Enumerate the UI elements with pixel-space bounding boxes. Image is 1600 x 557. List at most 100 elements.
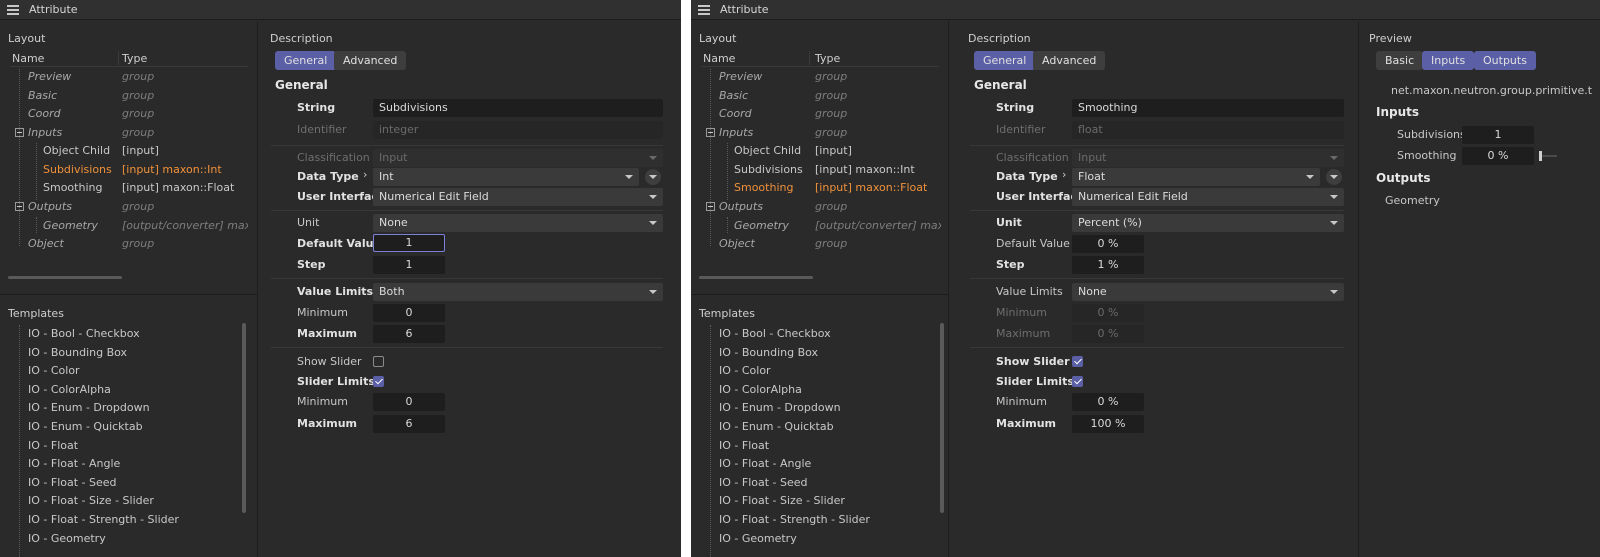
column-name-header[interactable]: Name: [703, 52, 735, 65]
tree-item-geometry[interactable]: Geometry[output/converter] maxon::G: [691, 217, 949, 235]
unit-dropdown[interactable]: Percent (%): [1072, 214, 1344, 232]
tree-item-object-child[interactable]: Object Child [input]: [0, 142, 258, 160]
tab-inputs[interactable]: Inputs: [1422, 51, 1475, 70]
tree-item-outputs[interactable]: Outputs group: [0, 198, 258, 216]
tree-item-inputs[interactable]: Inputs group: [0, 124, 258, 142]
template-item[interactable]: IO - Color: [719, 364, 771, 377]
minimum-field[interactable]: 0: [373, 304, 445, 322]
tree-item-object[interactable]: Object group: [691, 235, 949, 253]
tree-item-basic[interactable]: Basic group: [691, 87, 949, 105]
slider-minimum-field[interactable]: 0: [373, 393, 445, 411]
template-item[interactable]: IO - Float - Angle: [719, 457, 811, 470]
ui-dropdown[interactable]: Numerical Edit Field: [1072, 188, 1344, 206]
show-slider-checkbox[interactable]: [373, 356, 384, 367]
template-item[interactable]: IO - Color: [28, 364, 80, 377]
horizontal-scrollbar[interactable]: [8, 276, 122, 279]
tree-item-coord[interactable]: Coord group: [691, 105, 949, 123]
slider-maximum-field[interactable]: 100 %: [1072, 415, 1144, 433]
string-field[interactable]: Smoothing: [1072, 99, 1344, 117]
template-item[interactable]: IO - ColorAlpha: [28, 383, 111, 396]
tab-general[interactable]: General: [275, 51, 337, 70]
smoothing-slider-knob[interactable]: [1539, 151, 1542, 161]
tree-item-inputs[interactable]: Inputs group: [691, 124, 949, 142]
vertical-scrollbar[interactable]: [940, 323, 944, 513]
show-slider-checkbox[interactable]: [1072, 356, 1083, 367]
value-limits-dropdown[interactable]: None: [1072, 283, 1344, 301]
tree-item-basic[interactable]: Basic group: [0, 87, 258, 105]
template-item[interactable]: IO - Bool - Checkbox: [28, 327, 140, 340]
template-item[interactable]: IO - Enum - Dropdown: [719, 401, 841, 414]
datatype-dropdown[interactable]: Float: [1072, 168, 1320, 186]
template-item[interactable]: IO - Geometry: [28, 532, 106, 545]
value-limits-dropdown[interactable]: Both: [373, 283, 663, 301]
template-item[interactable]: IO - Float - Angle: [28, 457, 120, 470]
collapse-icon[interactable]: [706, 202, 715, 211]
default-value-field[interactable]: 0 %: [1072, 235, 1144, 253]
maximum-field[interactable]: 6: [373, 325, 445, 343]
vertical-scrollbar[interactable]: [242, 323, 246, 513]
slider-minimum-field[interactable]: 0 %: [1072, 393, 1144, 411]
description-pane: Description General Advanced General Str…: [958, 21, 1358, 557]
chevron-right-icon[interactable]: ›: [1062, 168, 1066, 181]
column-type-header[interactable]: Type: [122, 52, 147, 65]
template-item[interactable]: IO - Float: [28, 439, 78, 452]
template-item[interactable]: IO - Geometry: [719, 532, 797, 545]
template-item[interactable]: IO - Float - Strength - Slider: [28, 513, 179, 526]
ui-dropdown[interactable]: Numerical Edit Field: [373, 188, 663, 206]
template-item[interactable]: IO - Float - Size - Slider: [719, 494, 845, 507]
tree-item-smoothing[interactable]: Smoothing [input] maxon::Float: [691, 179, 949, 197]
smoothing-slider-track[interactable]: [1541, 155, 1557, 157]
step-field[interactable]: 1: [373, 256, 445, 274]
tree-item-object[interactable]: Object group: [0, 235, 258, 253]
tree-item-smoothing[interactable]: Smoothing [input] maxon::Float: [0, 179, 258, 197]
tree-item-outputs[interactable]: Outputs group: [691, 198, 949, 216]
tab-advanced[interactable]: Advanced: [334, 51, 407, 70]
step-field[interactable]: 1 %: [1072, 256, 1144, 274]
default-value-field[interactable]: 1: [373, 234, 445, 252]
tab-advanced[interactable]: Advanced: [1033, 51, 1106, 70]
datatype-options-button[interactable]: [1326, 169, 1342, 185]
tree-item-preview[interactable]: Preview group: [691, 68, 949, 86]
template-item[interactable]: IO - Enum - Dropdown: [28, 401, 150, 414]
tree-item-preview[interactable]: Preview group: [0, 68, 258, 86]
slider-maximum-field[interactable]: 6: [373, 415, 445, 433]
pane-divider[interactable]: [691, 294, 949, 295]
template-item[interactable]: IO - ColorAlpha: [719, 383, 802, 396]
template-item[interactable]: IO - Bool - Checkbox: [719, 327, 831, 340]
collapse-icon[interactable]: [15, 202, 24, 211]
tree-item-coord[interactable]: Coord group: [0, 105, 258, 123]
string-field[interactable]: Subdivisions: [373, 99, 663, 117]
template-item[interactable]: IO - Float: [719, 439, 769, 452]
slider-limits-checkbox[interactable]: [373, 376, 384, 387]
tree-item-geometry[interactable]: Geometry[output/converter] maxon::G: [0, 217, 258, 235]
hamburger-menu-icon[interactable]: [7, 5, 19, 15]
column-type-header[interactable]: Type: [815, 52, 840, 65]
template-item[interactable]: IO - Bounding Box: [719, 346, 818, 359]
tree-item-object-child[interactable]: Object Child [input]: [691, 142, 949, 160]
hamburger-menu-icon[interactable]: [698, 5, 710, 15]
tree-item-subdivisions[interactable]: Subdivisions [input] maxon::Int: [0, 161, 258, 179]
template-item[interactable]: IO - Float - Seed: [28, 476, 117, 489]
template-item[interactable]: IO - Enum - Quicktab: [719, 420, 834, 433]
template-item[interactable]: IO - Float - Seed: [719, 476, 808, 489]
template-item[interactable]: IO - Float - Size - Slider: [28, 494, 154, 507]
template-item[interactable]: IO - Enum - Quicktab: [28, 420, 143, 433]
slider-limits-checkbox[interactable]: [1072, 376, 1083, 387]
datatype-options-button[interactable]: [645, 169, 661, 185]
tab-outputs[interactable]: Outputs: [1474, 51, 1536, 70]
collapse-icon[interactable]: [706, 128, 715, 137]
chevron-right-icon[interactable]: ›: [363, 168, 367, 181]
datatype-dropdown[interactable]: Int: [373, 168, 639, 186]
pane-divider[interactable]: [0, 294, 258, 295]
template-item[interactable]: IO - Float - Strength - Slider: [719, 513, 870, 526]
subdivisions-field[interactable]: 1: [1462, 126, 1534, 144]
tab-basic[interactable]: Basic: [1376, 51, 1424, 70]
collapse-icon[interactable]: [15, 128, 24, 137]
horizontal-scrollbar[interactable]: [699, 276, 813, 279]
tab-general[interactable]: General: [974, 51, 1036, 70]
smoothing-field[interactable]: 0 %: [1462, 147, 1534, 165]
unit-dropdown[interactable]: None: [373, 214, 663, 232]
template-item[interactable]: IO - Bounding Box: [28, 346, 127, 359]
column-name-header[interactable]: Name: [12, 52, 44, 65]
tree-item-subdivisions[interactable]: Subdivisions [input] maxon::Int: [691, 161, 949, 179]
